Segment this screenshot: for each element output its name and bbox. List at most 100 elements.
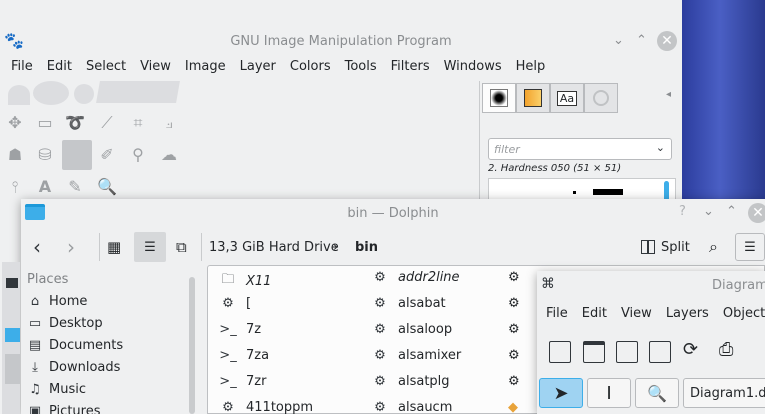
warp-tool-icon[interactable]: ☗ xyxy=(4,144,26,166)
brush-preview-line[interactable] xyxy=(593,189,623,195)
places-item-music[interactable]: ♫ Music xyxy=(27,382,86,397)
brush-filter-input[interactable]: filter ⌄ xyxy=(488,138,672,160)
menu-filters[interactable]: Filters xyxy=(384,59,437,74)
diagram-tab[interactable]: Diagram1.dia xyxy=(683,378,765,408)
transform-tool-icon[interactable]: ⟓ xyxy=(158,112,180,134)
font-tab-label: Aa xyxy=(556,90,578,106)
places-item-documents[interactable]: ▤ Documents xyxy=(27,338,123,353)
reload-icon[interactable]: ⟳ xyxy=(683,339,698,360)
hamburger-menu-button[interactable]: ☰ xyxy=(735,233,765,261)
minimize-icon[interactable]: ⌄ xyxy=(703,204,714,219)
tab-history[interactable] xyxy=(584,83,618,113)
executable-gear-icon: ⚙ xyxy=(222,400,234,414)
help-icon[interactable]: ? xyxy=(679,204,686,219)
brush-preview-small-dot[interactable] xyxy=(573,191,576,194)
places-scrollbar[interactable] xyxy=(189,277,195,414)
maximize-icon[interactable]: ⌃ xyxy=(636,33,647,48)
file-name: 411toppm xyxy=(246,400,314,414)
minimize-icon[interactable]: ⌄ xyxy=(613,33,624,48)
eraser-tool-icon[interactable]: ✐ xyxy=(96,144,118,166)
new-document-icon[interactable] xyxy=(549,341,571,363)
menu-select[interactable]: Select xyxy=(79,59,133,74)
menu-file[interactable]: File xyxy=(539,306,575,321)
places-label: Pictures xyxy=(49,404,101,414)
menu-edit[interactable]: Edit xyxy=(575,306,614,321)
move-tool-icon[interactable]: ✥ xyxy=(4,112,26,134)
tab-gradients[interactable] xyxy=(516,83,550,113)
menu-image[interactable]: Image xyxy=(178,59,233,74)
places-item-home[interactable]: ⌂ Home xyxy=(27,294,88,309)
file-item[interactable]: ⚙ 411toppm xyxy=(218,400,313,414)
dock-menu-icon[interactable]: ◂ xyxy=(666,89,671,100)
file-item[interactable]: 🗀 X11 xyxy=(218,270,271,292)
rect-select-tool-icon[interactable]: ▭ xyxy=(34,112,56,134)
file-item[interactable]: >_ 7za xyxy=(218,348,269,363)
folder-link-icon: 🗀 xyxy=(221,272,235,287)
tab-brushes[interactable] xyxy=(482,83,516,113)
zoom-tool-button[interactable]: 🔍 xyxy=(635,378,679,408)
text-tool-icon[interactable]: A xyxy=(34,176,56,198)
open-folder-icon[interactable] xyxy=(583,341,605,363)
menu-help[interactable]: Help xyxy=(509,59,553,74)
menu-layers[interactable]: Layers xyxy=(659,306,716,321)
pointer-tool-button[interactable]: ➤ xyxy=(539,378,583,408)
file-name: 7zr xyxy=(246,374,267,389)
script-icon: >_ xyxy=(219,348,237,363)
file-item[interactable]: ⚙ alsabat xyxy=(370,296,445,311)
breadcrumb-folder[interactable]: bin xyxy=(355,229,378,265)
close-icon[interactable]: ✕ xyxy=(748,203,765,223)
save-icon[interactable] xyxy=(616,341,638,363)
paint-tool-selected[interactable] xyxy=(62,140,92,170)
zoom-tool-icon[interactable]: 🔍 xyxy=(96,176,118,198)
clone-tool-icon[interactable]: ⚲ xyxy=(127,144,149,166)
breadcrumb-drive[interactable]: 13,3 GiB Hard Drive xyxy=(209,229,339,265)
smudge-tool-icon[interactable]: ☁ xyxy=(158,144,180,166)
close-icon[interactable]: ✕ xyxy=(657,31,677,51)
tab-fonts[interactable]: Aa xyxy=(550,83,584,113)
menu-colors[interactable]: Colors xyxy=(283,59,338,74)
save-as-icon[interactable] xyxy=(649,341,671,363)
maximize-icon[interactable]: ⌃ xyxy=(726,204,737,219)
print-icon[interactable]: ⎙ xyxy=(719,339,733,360)
fuzzy-select-tool-icon[interactable]: ⟋ xyxy=(96,112,118,134)
chevron-down-icon[interactable]: ⌄ xyxy=(656,141,665,154)
file-item[interactable]: >_ 7z xyxy=(218,322,261,337)
forward-icon[interactable]: › xyxy=(67,229,75,265)
menu-file[interactable]: File xyxy=(4,59,40,74)
menu-windows[interactable]: Windows xyxy=(437,59,509,74)
menu-objects[interactable]: Objects xyxy=(716,306,765,321)
tree-view-icon[interactable]: ⧉ xyxy=(176,229,187,265)
menu-edit[interactable]: Edit xyxy=(40,59,79,74)
file-item[interactable]: ⚙ alsatplg xyxy=(370,374,449,389)
file-item[interactable]: ⚙ alsaloop xyxy=(370,322,452,337)
script-icon: >_ xyxy=(219,322,237,337)
menu-layer[interactable]: Layer xyxy=(233,59,283,74)
places-item-desktop[interactable]: ▭ Desktop xyxy=(27,316,103,331)
file-item[interactable]: >_ 7zr xyxy=(218,374,266,389)
places-item-pictures[interactable]: ▣ Pictures xyxy=(27,404,101,414)
back-icon[interactable]: ‹ xyxy=(33,229,41,265)
file-name: [ xyxy=(246,296,252,311)
menu-view[interactable]: View xyxy=(614,306,659,321)
path-tool-icon[interactable]: ⫯ xyxy=(4,176,26,198)
lasso-tool-icon[interactable]: ➰ xyxy=(64,112,86,134)
details-view-icon[interactable]: ☰ xyxy=(134,232,166,262)
file-item[interactable]: ⚙ addr2line xyxy=(370,270,460,285)
text-cursor-icon: I xyxy=(606,382,612,404)
places-label: Documents xyxy=(49,338,124,353)
gimp-panel-fragment xyxy=(2,262,20,414)
file-item[interactable]: ⚙[ xyxy=(218,296,251,311)
crop-tool-icon[interactable]: ⌗ xyxy=(127,112,149,134)
menu-tools[interactable]: Tools xyxy=(338,59,384,74)
search-icon[interactable]: ⌕ xyxy=(709,229,718,265)
color-picker-tool-icon[interactable]: ✎ xyxy=(64,176,86,198)
text-tool-button[interactable]: I xyxy=(587,378,631,408)
file-item[interactable]: ⚙ alsamixer xyxy=(370,348,461,363)
bucket-fill-tool-icon[interactable]: ⛁ xyxy=(34,144,56,166)
split-button[interactable]: Split xyxy=(641,229,690,265)
icons-view-icon[interactable]: ▦ xyxy=(107,229,121,265)
menu-view[interactable]: View xyxy=(133,59,178,74)
places-item-downloads[interactable]: ⤓ Downloads xyxy=(27,360,120,375)
file-item[interactable]: ⚙ alsaucm xyxy=(370,400,452,414)
file-name: addr2line xyxy=(398,270,460,285)
